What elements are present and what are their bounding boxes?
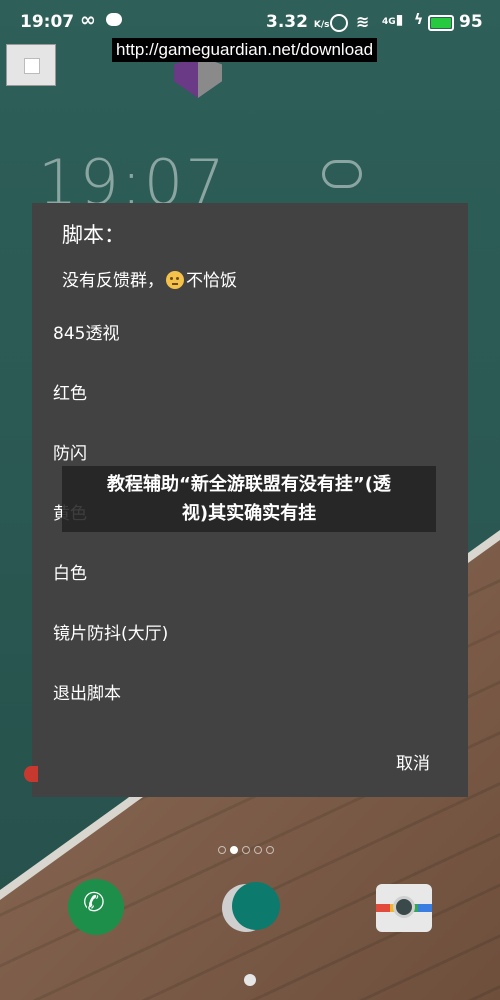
battery-level: 95 [459,12,483,32]
chat-icon [106,13,122,26]
menu-item-anti-flash[interactable]: 防闪 [53,439,87,464]
network-speed: 3.32 K/s [266,12,330,32]
caption-line-1: 教程辅助“新全游联盟有没有挂”(透 [107,474,391,495]
signal-icon: 4G▮ [382,12,404,28]
dialog-message: 没有反馈群， 不恰饭 [62,266,237,291]
article-caption: 教程辅助“新全游联盟有没有挂”(透 视)其实确实有挂 [62,466,436,532]
wifi-icon: ≋ [356,12,370,31]
network-speed-value: 3.32 [266,12,308,32]
download-url-banner[interactable]: http://gameguardian.net/download [112,38,378,62]
home-button[interactable] [244,974,256,986]
cloud-icon [322,160,362,188]
browser-icon[interactable] [222,882,280,932]
battery-icon [428,15,454,31]
page-dot [254,846,262,854]
menu-item-exit-script[interactable]: 退出脚本 [53,679,121,704]
menu-item-845-esp[interactable]: 845透视 [53,319,119,344]
charging-icon: ϟ [414,12,424,28]
camera-icon[interactable] [376,884,432,932]
network-speed-unit: K/s [313,20,330,30]
infinity-icon: ∞ [80,9,96,31]
menu-item-red[interactable]: 红色 [53,379,87,404]
caption-line-2: 视)其实确实有挂 [181,503,317,524]
page-dot-active [230,846,238,854]
alarm-icon [330,14,348,32]
status-time: 19:07 [20,12,75,32]
page-dot [266,846,274,854]
menu-item-white[interactable]: 白色 [53,559,87,584]
dialog-title: 脚本： [62,223,125,247]
page-dot [218,846,226,854]
page-dot [242,846,250,854]
menu-item-scope-stabilize-lobby[interactable]: 镜片防抖(大厅) [53,619,168,644]
phone-icon[interactable] [68,879,124,935]
face-emoji-icon [166,271,184,289]
stop-square-icon[interactable] [6,44,56,86]
page-indicator [216,839,276,858]
partial-app-icon[interactable] [24,766,38,782]
dialog-message-before: 没有反馈群， [62,271,164,291]
dialog-message-after: 不恰饭 [186,271,237,291]
cancel-button[interactable]: 取消 [396,749,430,774]
signal-label: 4G [382,17,396,27]
